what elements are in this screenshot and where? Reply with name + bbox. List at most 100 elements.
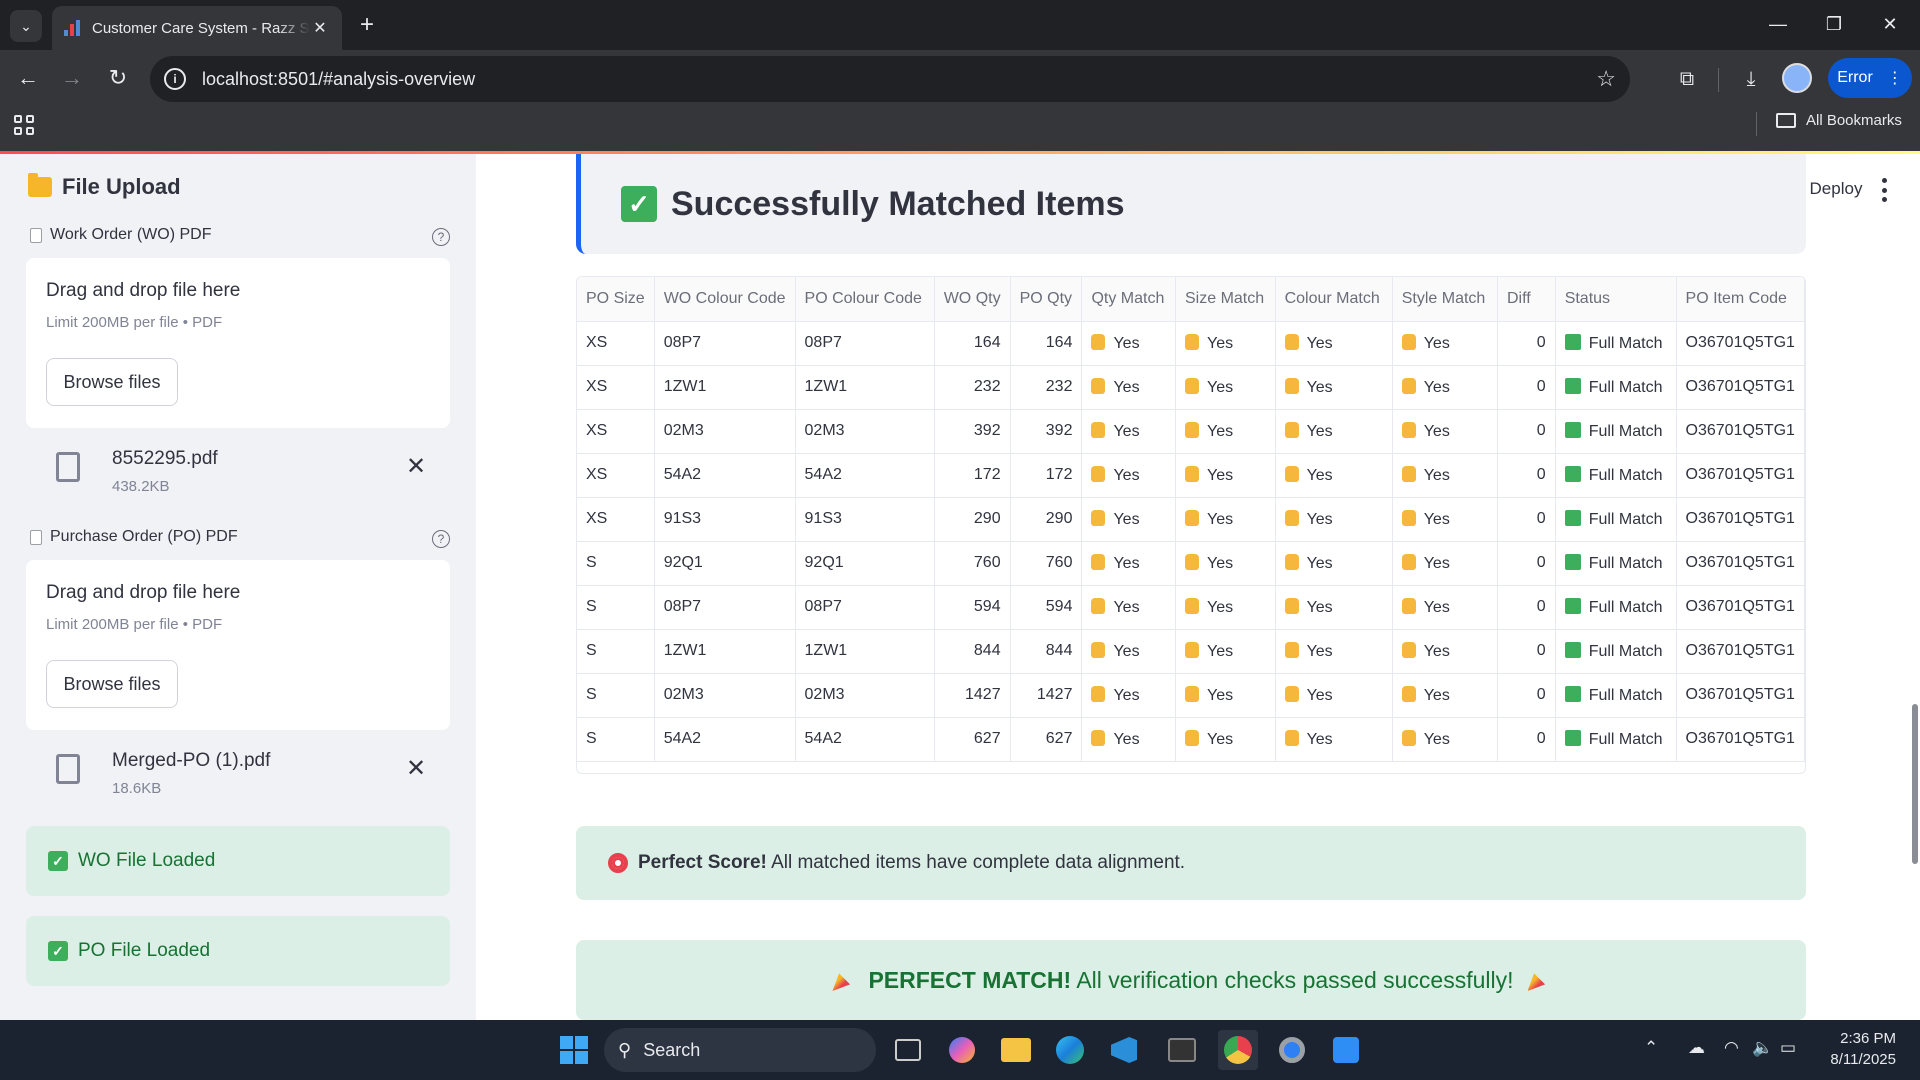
column-header[interactable]: PO Colour Code <box>795 277 935 322</box>
task-view-icon[interactable] <box>888 1030 928 1070</box>
cell-value: Full Match <box>1588 378 1663 396</box>
cell-value: 54A2 <box>804 466 842 483</box>
po-browse-button[interactable]: Browse files <box>46 660 178 708</box>
table-cell: Yes <box>1175 717 1276 762</box>
thumbs-up-icon <box>1091 729 1106 746</box>
page-scrollbar[interactable] <box>1912 704 1918 864</box>
cell-value: 08P7 <box>663 334 702 351</box>
tab-close-icon[interactable]: ✕ <box>310 18 330 38</box>
tray-chevron-icon[interactable]: ⌃ <box>1644 1038 1658 1058</box>
restore-icon[interactable]: ❐ <box>1806 0 1862 48</box>
network-off-icon[interactable]: ☁ <box>1688 1038 1705 1058</box>
reload-icon[interactable]: ↻ <box>100 60 136 96</box>
cell-value: O36701Q5TG1 <box>1685 334 1795 351</box>
browser-tab[interactable]: Customer Care System - Razz Solutions ✕ <box>52 6 342 50</box>
column-header[interactable]: WO Qty <box>934 277 1011 322</box>
table-cell: 91S3 <box>795 497 935 542</box>
column-header[interactable]: Colour Match <box>1275 277 1393 322</box>
file-explorer-icon[interactable] <box>996 1030 1036 1070</box>
table-cell: Yes <box>1175 629 1276 674</box>
new-tab-button[interactable]: + <box>352 10 382 40</box>
table-cell: Yes <box>1081 453 1176 498</box>
main-menu-icon[interactable] <box>1874 178 1894 202</box>
photos-icon[interactable] <box>1326 1030 1366 1070</box>
column-header[interactable]: PO Size <box>577 277 655 322</box>
table-row[interactable]: S 54A2 54A2 627 627 Yes Yes Yes Yes 0 Full Match O3… <box>577 717 1805 762</box>
column-header[interactable]: PO Qty <box>1010 277 1083 322</box>
all-bookmarks-button[interactable]: All Bookmarks <box>1776 112 1902 129</box>
bookmark-star-icon[interactable]: ☆ <box>1596 66 1616 92</box>
more-menu-icon[interactable]: ⋮ <box>1887 68 1903 88</box>
table-row[interactable]: S 1ZW1 1ZW1 844 844 Yes Yes Yes Yes 0 Full Match O3… <box>577 629 1805 674</box>
table-row[interactable]: XS 1ZW1 1ZW1 232 232 Yes Yes Yes Yes 0 Full Match O… <box>577 365 1805 410</box>
vscode-icon[interactable] <box>1104 1030 1144 1070</box>
extensions-icon[interactable]: ⧉ <box>1670 62 1704 96</box>
column-header[interactable]: PO Item Code <box>1676 277 1805 322</box>
wifi-icon[interactable]: ◠ <box>1724 1038 1739 1058</box>
table-cell: 1ZW1 <box>795 629 935 674</box>
taskbar-clock[interactable]: 2:36 PM 8/11/2025 <box>1808 1028 1896 1070</box>
forward-icon[interactable]: → <box>54 60 90 96</box>
table-cell: Yes <box>1175 497 1276 542</box>
matched-items-table[interactable]: PO Size WO Colour Code PO Colour Code WO Qt… <box>576 276 1806 774</box>
thumbs-up-icon <box>1401 641 1416 658</box>
table-cell: S <box>577 717 655 762</box>
wo-dropzone[interactable]: Drag and drop file here Limit 200MB per … <box>26 258 450 428</box>
table-cell: Yes <box>1275 717 1393 762</box>
table-cell: 627 <box>1010 717 1083 762</box>
table-cell: Yes <box>1275 321 1393 366</box>
table-row[interactable]: S 02M3 02M3 1427 1427 Yes Yes Yes Yes 0 Full Match… <box>577 673 1805 718</box>
settings-icon[interactable] <box>1272 1030 1312 1070</box>
table-row[interactable]: XS 02M3 02M3 392 392 Yes Yes Yes Yes 0 Full Match O… <box>577 409 1805 454</box>
cell-value: 1427 <box>1036 686 1073 703</box>
column-header[interactable]: Size Match <box>1175 277 1276 322</box>
battery-icon[interactable]: ▭ <box>1780 1038 1796 1058</box>
cell-value: 92Q1 <box>804 554 844 571</box>
column-header[interactable]: Qty Match <box>1081 277 1176 322</box>
po-help-icon[interactable]: ? <box>432 530 450 548</box>
po-remove-file-icon[interactable]: ✕ <box>406 754 426 783</box>
table-row[interactable]: XS 08P7 08P7 164 164 Yes Yes Yes Yes 0 Full Match O… <box>577 321 1805 366</box>
table-cell: 290 <box>1010 497 1083 542</box>
table-row[interactable]: XS 91S3 91S3 290 290 Yes Yes Yes Yes 0 Full Match O… <box>577 497 1805 542</box>
po-limit-text: Limit 200MB per file • PDF <box>46 616 223 633</box>
window-close-icon[interactable]: ✕ <box>1862 0 1918 48</box>
table-row[interactable]: XS 54A2 54A2 172 172 Yes Yes Yes Yes 0 Full Match O… <box>577 453 1805 498</box>
cell-value: Full Match <box>1588 510 1663 528</box>
column-header[interactable]: Diff <box>1497 277 1556 322</box>
wo-browse-button[interactable]: Browse files <box>46 358 178 406</box>
site-info-icon[interactable]: i <box>164 68 186 90</box>
table-row[interactable]: S 92Q1 92Q1 760 760 Yes Yes Yes Yes 0 Full Match O3… <box>577 541 1805 586</box>
wo-help-icon[interactable]: ? <box>432 228 450 246</box>
wo-remove-file-icon[interactable]: ✕ <box>406 452 426 481</box>
cell-value: 1ZW1 <box>663 642 707 659</box>
tab-search-button[interactable]: ⌄ <box>10 10 42 42</box>
table-cell: 1ZW1 <box>654 365 796 410</box>
back-icon[interactable]: ← <box>10 60 46 96</box>
chrome-icon[interactable] <box>1218 1030 1258 1070</box>
deploy-button[interactable]: Deploy <box>1796 154 1876 224</box>
download-icon[interactable]: ⤓ <box>1734 62 1768 96</box>
po-dropzone[interactable]: Drag and drop file here Limit 200MB per … <box>26 560 450 730</box>
profile-avatar[interactable] <box>1782 63 1812 93</box>
address-bar[interactable]: i localhost:8501/#analysis-overview ☆ <box>150 56 1630 102</box>
volume-icon[interactable]: 🔈 <box>1752 1038 1773 1058</box>
edge-icon[interactable] <box>1050 1030 1090 1070</box>
column-header[interactable]: WO Colour Code <box>654 277 796 322</box>
windows-start-icon[interactable] <box>554 1030 594 1070</box>
cell-value: 392 <box>1045 422 1073 439</box>
copilot-icon[interactable] <box>942 1030 982 1070</box>
minimize-icon[interactable]: — <box>1750 0 1806 48</box>
terminal-icon[interactable] <box>1162 1030 1202 1070</box>
column-header[interactable]: Style Match <box>1392 277 1498 322</box>
taskbar-search[interactable]: ⚲ Search <box>604 1028 876 1072</box>
column-header[interactable]: Status <box>1555 277 1677 322</box>
cell-value: Yes <box>1306 730 1333 748</box>
apps-grid-icon[interactable] <box>14 115 34 135</box>
target-icon <box>608 853 628 873</box>
table-cell: Yes <box>1175 453 1276 498</box>
table-row[interactable]: S 08P7 08P7 594 594 Yes Yes Yes Yes 0 Full Match O3… <box>577 585 1805 630</box>
thumbs-up-icon <box>1401 553 1416 570</box>
table-cell: 594 <box>1010 585 1083 630</box>
profile-error-button[interactable]: Error ⋮ <box>1828 58 1912 98</box>
